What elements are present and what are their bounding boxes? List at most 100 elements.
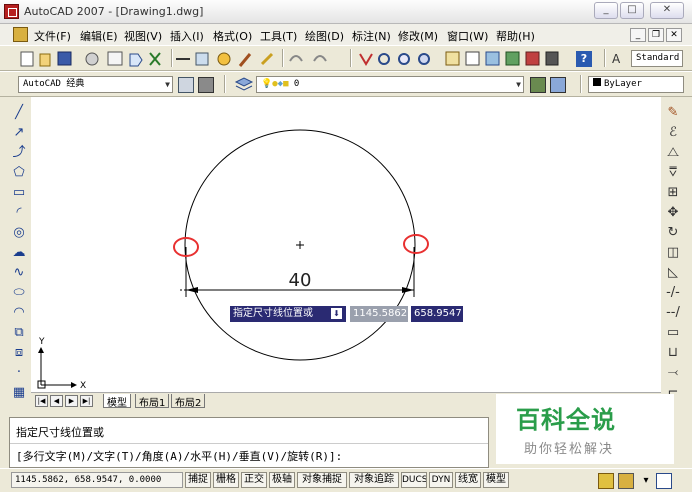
doc-close-button[interactable]: ✕ [666, 28, 682, 42]
clean-screen-icon[interactable] [656, 473, 672, 489]
toolbar-separator [580, 75, 582, 93]
command-window[interactable]: 指定尺寸线位置或 [多行文字(M)/文字(T)/角度(A)/水平(H)/垂直(V… [9, 417, 489, 468]
model-button[interactable]: 模型 [483, 472, 509, 488]
spline-icon[interactable]: ∿ [11, 265, 27, 280]
draw-toolbar: ╱ ↗ ⤴ ⬠ ▭ ◜ ◎ ☁ ∿ ⬭ ◠ ⧉ ⧈ · ▦ [8, 97, 29, 419]
status-bar: 1145.5862, 658.9547, 0.0000 捕捉 栅格 正交 极轴 … [0, 468, 692, 492]
toolbar-separator [604, 49, 606, 67]
rotate-icon[interactable]: ↻ [665, 225, 681, 240]
hatch-icon[interactable]: ▦ [11, 385, 27, 400]
workspace-settings-icon[interactable] [178, 77, 194, 93]
tab-layout1[interactable]: 布局1 [135, 394, 170, 409]
prev-tab-button[interactable]: ◀ [50, 395, 63, 407]
grid-button[interactable]: 栅格 [213, 472, 239, 488]
snap-button[interactable]: 捕捉 [185, 472, 211, 488]
offset-icon[interactable]: ⩢ [665, 165, 681, 180]
arc-icon[interactable]: ◜ [11, 205, 27, 220]
menu-format[interactable]: 格式(O) [213, 28, 252, 44]
extend-icon[interactable]: --/ [665, 305, 681, 320]
dynamic-input-x-field[interactable]: 1145.5862 [350, 306, 408, 322]
lock-icon[interactable] [618, 473, 634, 489]
make-block-icon[interactable]: ⧈ [11, 345, 27, 360]
make-layer-current-icon[interactable] [530, 77, 546, 93]
window-title: AutoCAD 2007 - [Drawing1.dwg] [24, 5, 204, 18]
menu-help[interactable]: 帮助(H) [496, 28, 535, 44]
doc-minimize-button[interactable]: _ [630, 28, 646, 42]
mirror-icon[interactable]: ⧍ [665, 145, 681, 160]
toolbar-separator [350, 49, 352, 67]
dyn-button[interactable]: DYN [429, 472, 453, 488]
chamfer-icon[interactable]: ⤙ [665, 365, 681, 380]
layer-combo[interactable]: 💡●◆■ 0 ▼ [256, 76, 524, 93]
tab-layout2[interactable]: 布局2 [171, 394, 206, 409]
ellipse-icon[interactable]: ⬭ [11, 285, 27, 300]
menu-dimension[interactable]: 标注(N) [352, 28, 391, 44]
tab-model[interactable]: 模型 [103, 394, 131, 409]
standard-toolbar-icons[interactable] [0, 46, 560, 72]
insert-block-icon[interactable]: ⧉ [11, 325, 27, 340]
layer-previous-icon[interactable] [550, 77, 566, 93]
menu-view[interactable]: 视图(V) [124, 28, 162, 44]
command-prompt-line[interactable]: [多行文字(M)/文字(T)/角度(A)/水平(H)/垂直(V)/旋转(R)]: [16, 448, 342, 464]
menu-modify[interactable]: 修改(M) [398, 28, 438, 44]
ellipse-arc-icon[interactable]: ◠ [11, 305, 27, 320]
rectangle-icon[interactable]: ▭ [11, 185, 27, 200]
menu-file[interactable]: 文件(F) [34, 28, 71, 44]
lineweight-button[interactable]: 线宽 [455, 472, 481, 488]
join-icon[interactable]: ⊔ [665, 345, 681, 360]
revcloud-icon[interactable]: ☁ [11, 245, 27, 260]
ortho-button[interactable]: 正交 [241, 472, 267, 488]
my-workspace-icon[interactable] [198, 77, 214, 93]
layer-value: 0 [293, 79, 300, 89]
otrack-button[interactable]: 对象追踪 [349, 472, 399, 488]
polyline-icon[interactable]: ⤴ [11, 145, 27, 160]
color-combo[interactable]: ByLayer [588, 76, 684, 93]
next-tab-button[interactable]: ▶ [65, 395, 78, 407]
minimize-button[interactable]: _ [594, 2, 618, 19]
title-bar: AutoCAD 2007 - [Drawing1.dwg] _ □ ✕ [0, 0, 692, 24]
erase-icon[interactable]: ✎ [665, 105, 681, 120]
copy-icon[interactable]: ℰ [665, 125, 681, 140]
array-icon[interactable]: ⊞ [665, 185, 681, 200]
menu-bar: 文件(F) 编辑(E) 视图(V) 插入(I) 格式(O) 工具(T) 绘图(D… [0, 24, 692, 45]
text-style-combo[interactable]: Standard [631, 50, 683, 67]
stretch-icon[interactable]: ◺ [665, 265, 681, 280]
autocad-app-icon[interactable] [4, 4, 19, 19]
menu-insert[interactable]: 插入(I) [170, 28, 204, 44]
circle-icon[interactable]: ◎ [11, 225, 27, 240]
construction-line-icon[interactable]: ↗ [11, 125, 27, 140]
polygon-icon[interactable]: ⬠ [11, 165, 27, 180]
standard-toolbar: ? A Standard [0, 45, 692, 71]
workspace-combo[interactable]: AutoCAD 经典 ▼ [18, 76, 173, 93]
dimension-text: 40 [289, 270, 312, 291]
coordinate-readout[interactable]: 1145.5862, 658.9547, 0.0000 [11, 472, 183, 488]
scale-icon[interactable]: ◫ [665, 245, 681, 260]
maximize-button[interactable]: □ [620, 2, 644, 19]
dynamic-input-options-icon[interactable]: ⬇ [331, 308, 342, 319]
text-style-icon[interactable]: A [612, 51, 628, 67]
move-icon[interactable]: ✥ [665, 205, 681, 220]
ducs-button[interactable]: DUCS [401, 472, 427, 488]
drawing-canvas[interactable]: 40 Y X [31, 97, 661, 392]
menu-draw[interactable]: 绘图(D) [305, 28, 344, 44]
communication-center-icon[interactable] [598, 473, 614, 489]
center-mark-icon [296, 241, 304, 249]
line-icon[interactable]: ╱ [11, 105, 27, 120]
dynamic-input-y-field[interactable]: 658.9547 [411, 306, 463, 322]
polar-button[interactable]: 极轴 [269, 472, 295, 488]
menu-tools[interactable]: 工具(T) [260, 28, 297, 44]
close-button[interactable]: ✕ [650, 2, 684, 19]
point-icon[interactable]: · [11, 365, 27, 380]
doc-restore-button[interactable]: ❐ [648, 28, 664, 42]
document-icon[interactable] [13, 27, 28, 42]
trim-icon[interactable]: -/- [665, 285, 681, 300]
last-tab-button[interactable]: ▶| [80, 395, 93, 407]
osnap-button[interactable]: 对象捕捉 [297, 472, 347, 488]
menu-window[interactable]: 窗口(W) [447, 28, 488, 44]
first-tab-button[interactable]: |◀ [35, 395, 48, 407]
chevron-down-icon[interactable]: ▾ [638, 473, 654, 489]
break-icon[interactable]: ▭ [665, 325, 681, 340]
menu-edit[interactable]: 编辑(E) [80, 28, 118, 44]
command-history-line: 指定尺寸线位置或 [16, 426, 104, 439]
help-icon[interactable]: ? [576, 51, 592, 67]
